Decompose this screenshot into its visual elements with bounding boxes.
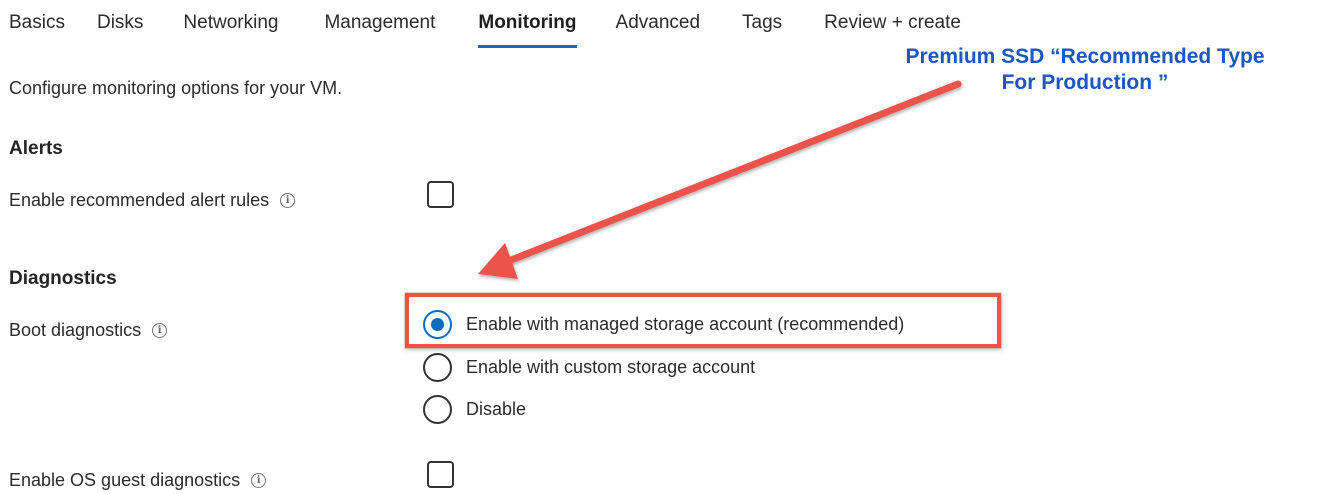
enable-alert-rules-checkbox[interactable] (427, 181, 454, 208)
info-icon[interactable]: i (251, 473, 267, 488)
annotation-line-2: For Production ” (1001, 71, 1169, 94)
page-description: Configure monitoring options for your VM… (9, 78, 343, 98)
tab-basics[interactable]: Basics (9, 0, 65, 34)
alerts-heading: Alerts (9, 138, 63, 159)
boot-diagnostics-text: Boot diagnostics (9, 320, 142, 340)
radio-option-managed-storage[interactable]: Enable with managed storage account (rec… (423, 310, 904, 339)
enable-os-guest-diagnostics-checkbox[interactable] (427, 461, 454, 488)
diagnostics-heading: Diagnostics (9, 268, 117, 289)
radio-label-disable: Disable (466, 399, 527, 419)
boot-diagnostics-label: Boot diagnostics i (9, 320, 168, 341)
enable-alert-rules-text: Enable recommended alert rules (9, 190, 270, 210)
radio-label-managed-storage: Enable with managed storage account (rec… (466, 314, 905, 334)
tab-advanced[interactable]: Advanced (616, 0, 701, 34)
info-icon[interactable]: i (152, 323, 168, 338)
tab-networking[interactable]: Networking (183, 0, 278, 34)
annotation-text: Premium SSD “Recommended Type For Produc… (850, 44, 1320, 96)
annotation-line-1: Premium SSD “Recommended Type (905, 45, 1265, 68)
enable-alert-rules-label: Enable recommended alert rules i (9, 190, 296, 211)
os-guest-diagnostics-label: Enable OS guest diagnostics i (9, 470, 267, 491)
os-guest-diagnostics-text: Enable OS guest diagnostics (9, 470, 241, 490)
radio-unselected-icon[interactable] (423, 395, 452, 424)
tab-disks[interactable]: Disks (97, 0, 143, 34)
radio-unselected-icon[interactable] (423, 353, 452, 382)
wizard-tabs: Basics Disks Networking Management Monit… (9, 0, 961, 60)
tab-tags[interactable]: Tags (742, 0, 782, 34)
radio-selected-icon[interactable] (423, 310, 452, 339)
radio-label-custom-storage: Enable with custom storage account (466, 357, 756, 377)
tab-management[interactable]: Management (324, 0, 435, 34)
radio-option-disable[interactable]: Disable (423, 395, 526, 424)
radio-dot (431, 318, 444, 331)
tab-review-create[interactable]: Review + create (824, 0, 961, 34)
radio-option-custom-storage[interactable]: Enable with custom storage account (423, 353, 755, 382)
info-icon[interactable]: i (280, 193, 296, 208)
tab-monitoring[interactable]: Monitoring (478, 0, 577, 48)
